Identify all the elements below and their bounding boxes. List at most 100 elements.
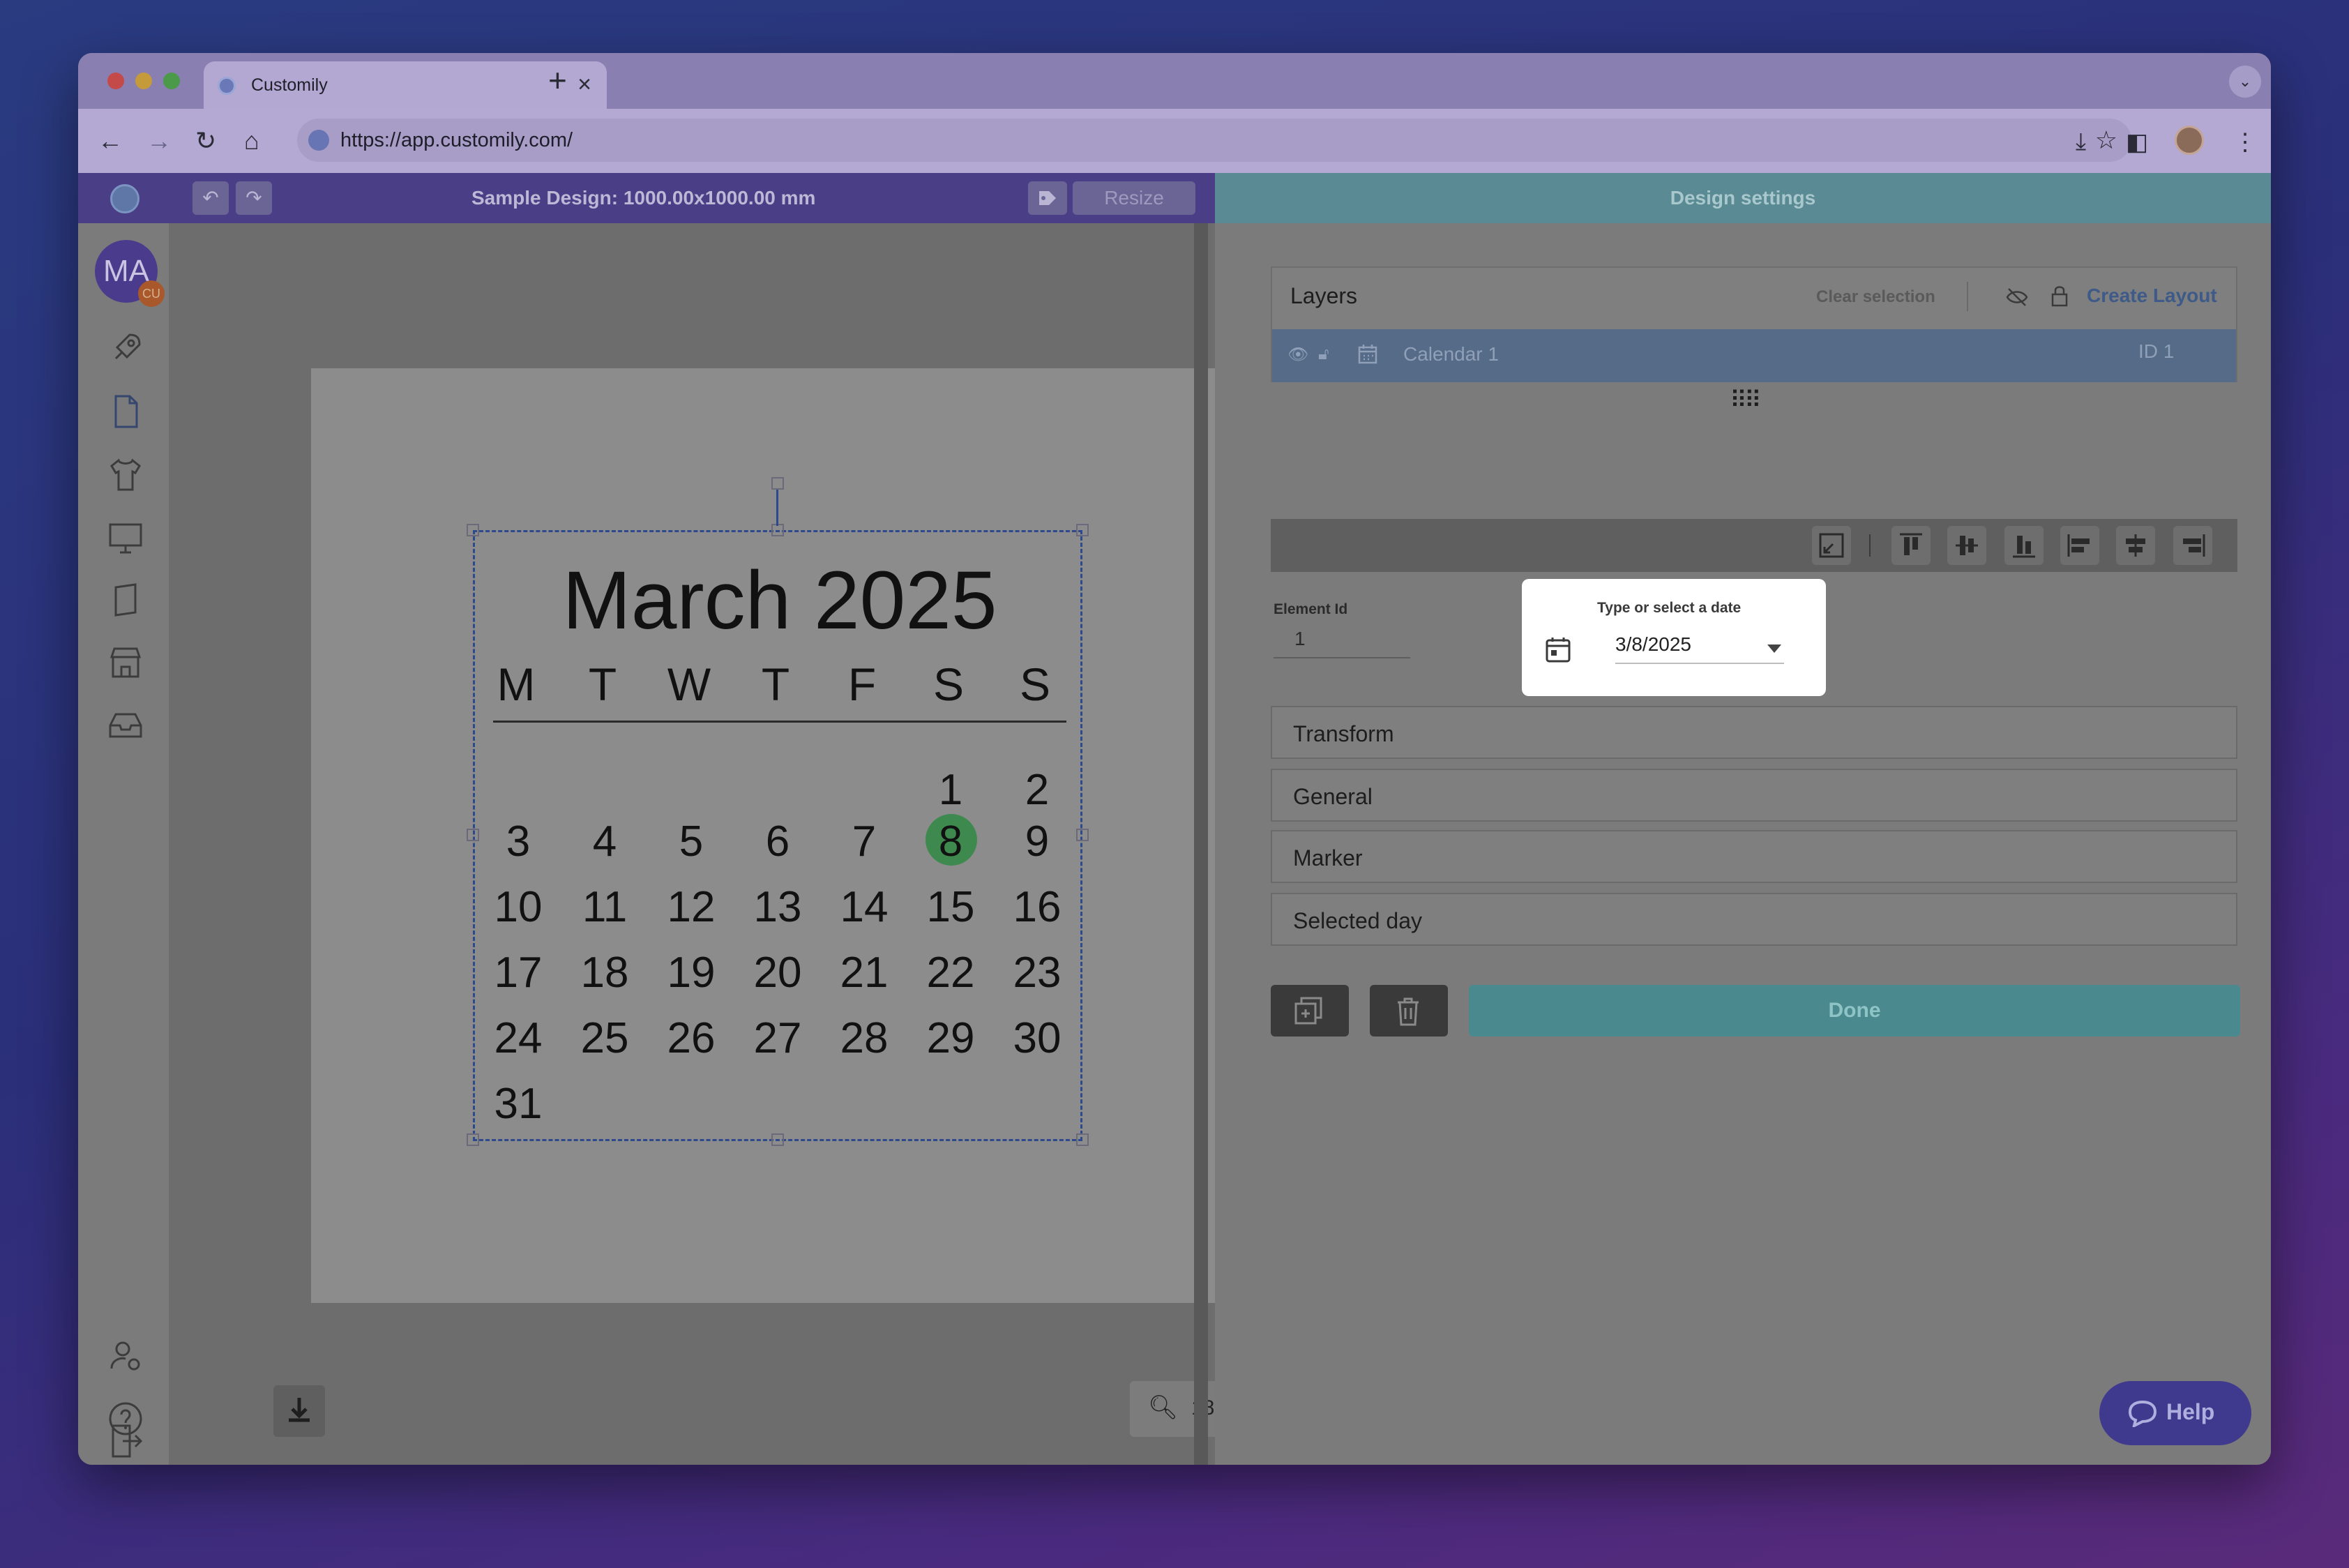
create-layout-button[interactable]: Create Layout xyxy=(2087,285,2217,307)
document-icon[interactable] xyxy=(106,392,145,431)
date-input[interactable]: 3/8/2025 xyxy=(1615,633,1784,664)
align-right-button[interactable] xyxy=(2173,526,2212,565)
layers-panel: Layers Clear selection Create Layout 👁︎ … xyxy=(1271,266,2237,382)
resize-handle-e[interactable] xyxy=(1076,829,1089,841)
calendar-icon[interactable] xyxy=(1543,635,1573,665)
eye-icon[interactable]: 👁︎ xyxy=(1287,345,1308,365)
calendar-day: 6 xyxy=(765,817,790,866)
element-id-input[interactable]: 1 xyxy=(1274,628,1410,658)
reload-icon[interactable]: ↻ xyxy=(195,121,216,160)
minimize-window-button[interactable] xyxy=(135,73,152,89)
bookmark-star-icon[interactable]: ☆ xyxy=(2095,126,2117,155)
calendar-day: 16 xyxy=(1013,883,1062,931)
marker-section[interactable]: Marker xyxy=(1271,830,2237,883)
calendar-day: 7 xyxy=(852,817,877,866)
align-top-button[interactable] xyxy=(1891,526,1931,565)
done-button[interactable]: Done xyxy=(1469,985,2240,1036)
browser-tab[interactable]: Customily × xyxy=(204,61,607,109)
lock-all-icon[interactable] xyxy=(2049,283,2070,310)
calendar-day: 10 xyxy=(494,883,543,931)
download-icon[interactable]: ⤓ xyxy=(2076,128,2086,156)
calendar-day: 27 xyxy=(753,1014,802,1062)
calendar-day: 18 xyxy=(580,949,629,997)
align-center-button[interactable] xyxy=(2116,526,2155,565)
element-id-label: Element Id xyxy=(1274,601,1348,617)
forward-icon[interactable]: → xyxy=(146,121,172,160)
date-picker-popover: Type or select a date 3/8/2025 xyxy=(1522,579,1826,696)
tag-button[interactable] xyxy=(1028,181,1067,215)
transform-section[interactable]: Transform xyxy=(1271,706,2237,759)
calendar-day: 25 xyxy=(580,1014,629,1062)
align-center-icon xyxy=(2126,534,2145,557)
download-tray-icon xyxy=(289,1398,310,1422)
weekday-label: S xyxy=(1019,658,1051,710)
align-bottom-button[interactable] xyxy=(2004,526,2044,565)
home-icon[interactable]: ⌂ xyxy=(244,121,259,160)
calendar-day: 14 xyxy=(840,883,889,931)
exit-icon[interactable] xyxy=(106,1422,145,1461)
profile-avatar[interactable] xyxy=(2175,126,2204,155)
chevron-down-icon[interactable] xyxy=(1767,644,1781,653)
resize-handle-nw[interactable] xyxy=(467,524,479,536)
drag-handle-icon[interactable]: ⠿⠿ xyxy=(1730,386,1762,414)
tab-search-button[interactable]: ⌄ xyxy=(2229,66,2261,98)
redo-button[interactable]: ↷ xyxy=(236,181,272,215)
clear-selection-button[interactable]: Clear selection xyxy=(1816,287,1935,307)
inbox-icon[interactable] xyxy=(106,706,145,745)
rocket-icon[interactable] xyxy=(106,329,145,368)
close-tab-icon[interactable]: × xyxy=(577,71,591,98)
user-avatar[interactable]: MA CU xyxy=(95,240,165,307)
monitor-icon[interactable] xyxy=(106,518,145,557)
general-section[interactable]: General xyxy=(1271,769,2237,822)
calendar-day: 1 xyxy=(938,766,963,814)
store-icon[interactable] xyxy=(106,643,145,682)
resize-button[interactable]: Resize xyxy=(1073,181,1195,215)
layers-divider xyxy=(1967,282,1968,311)
resize-handle-s[interactable] xyxy=(771,1133,784,1146)
layer-row[interactable]: 👁︎ 🔓︎ Calendar 1 ID 1 xyxy=(1272,329,2236,382)
duplicate-button[interactable] xyxy=(1271,985,1349,1036)
unlock-icon[interactable]: 🔓︎ xyxy=(1318,345,1329,364)
delete-button[interactable] xyxy=(1370,985,1448,1036)
calendar-day: 23 xyxy=(1013,949,1062,997)
back-icon[interactable]: ← xyxy=(98,121,123,160)
calendar-day: 24 xyxy=(494,1014,543,1062)
help-button[interactable]: Help xyxy=(2099,1381,2251,1445)
calendar-day: 28 xyxy=(840,1014,889,1062)
maximize-window-button[interactable] xyxy=(163,73,180,89)
tshirt-icon[interactable] xyxy=(106,455,145,494)
canvas-area[interactable]: March 2025 M T W T F S S 1 2 3 4 5 6 7 8 xyxy=(169,223,1285,1465)
hide-all-icon[interactable] xyxy=(2004,286,2030,308)
calendar-element[interactable]: March 2025 M T W T F S S 1 2 3 4 5 6 7 8 xyxy=(473,530,1082,1141)
url-bar[interactable]: https://app.customily.com/ ☆ xyxy=(297,119,2131,162)
weekday-label: T xyxy=(761,658,790,710)
align-top-icon xyxy=(1900,533,1922,555)
app-logo-icon[interactable] xyxy=(110,184,139,213)
resize-handle-se[interactable] xyxy=(1076,1133,1089,1146)
editor-header: ↶ ↷ Sample Design: 1000.00x1000.00 mm Re… xyxy=(78,173,1215,223)
align-left-button[interactable] xyxy=(2060,526,2099,565)
side-panel-icon[interactable]: ◧ xyxy=(2126,128,2148,156)
download-button[interactable] xyxy=(273,1385,325,1437)
resize-handle-w[interactable] xyxy=(467,829,479,841)
resize-handle-sw[interactable] xyxy=(467,1133,479,1146)
user-settings-icon[interactable] xyxy=(106,1336,145,1375)
weekday-label: M xyxy=(497,658,536,710)
resize-handle-ne[interactable] xyxy=(1076,524,1089,536)
toolbar-separator xyxy=(1869,534,1871,557)
new-tab-button[interactable]: + xyxy=(548,61,567,99)
favicon-icon xyxy=(218,77,236,95)
site-info-icon[interactable] xyxy=(308,130,329,151)
fit-to-canvas-button[interactable] xyxy=(1812,526,1851,565)
artboard[interactable]: March 2025 M T W T F S S 1 2 3 4 5 6 7 8 xyxy=(311,368,1244,1303)
align-middle-button[interactable] xyxy=(1947,526,1986,565)
selected-day-section[interactable]: Selected day xyxy=(1271,893,2237,946)
close-window-button[interactable] xyxy=(107,73,124,89)
browser-menu-icon[interactable]: ⋮ xyxy=(2233,128,2257,156)
align-middle-icon xyxy=(1956,536,1978,555)
rotate-handle[interactable] xyxy=(771,477,784,490)
chat-bubble-icon xyxy=(2128,1400,2157,1427)
panel-splitter[interactable] xyxy=(1194,223,1208,1465)
undo-button[interactable]: ↶ xyxy=(192,181,229,215)
book-icon[interactable] xyxy=(106,580,145,619)
